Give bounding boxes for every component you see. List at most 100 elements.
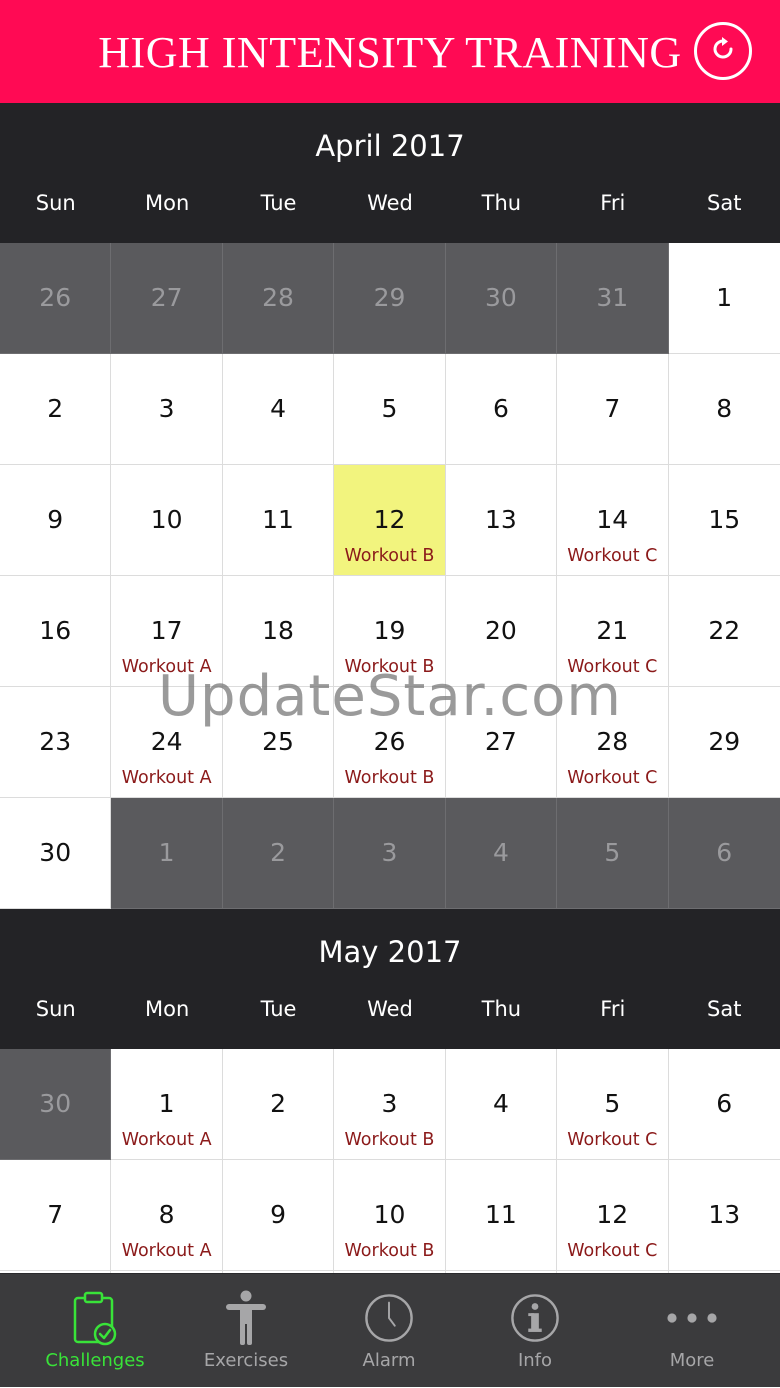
day-cell-other-month[interactable]: 6 — [668, 798, 780, 909]
day-cell[interactable]: 1 — [668, 243, 780, 354]
tab-label: More — [669, 1350, 715, 1371]
day-cell[interactable]: 12 Workout C — [557, 1160, 669, 1271]
day-cell[interactable]: 2 — [222, 1049, 335, 1160]
weekday-label: Thu — [481, 191, 522, 215]
day-number: 19 — [373, 616, 406, 645]
refresh-button[interactable] — [694, 22, 752, 80]
weekday-label: Wed — [367, 997, 413, 1021]
tab-alarm[interactable]: Alarm — [319, 1274, 459, 1388]
day-cell[interactable]: 8 Workout A — [111, 1160, 223, 1271]
day-cell[interactable]: 13 — [445, 465, 558, 576]
day-cell[interactable]: 4 — [445, 1049, 558, 1160]
day-cell-other-month[interactable]: 29 — [334, 243, 446, 354]
day-cell[interactable]: 1 Workout A — [111, 1049, 223, 1160]
day-cell[interactable]: 10 — [111, 465, 223, 576]
day-cell[interactable]: 7 — [557, 354, 669, 465]
day-cell[interactable]: 14 Workout C — [557, 465, 669, 576]
day-cell[interactable]: 24 Workout A — [111, 687, 223, 798]
day-cell[interactable]: 30 — [0, 798, 112, 909]
day-number: 2 — [270, 1089, 286, 1118]
day-cell[interactable]: 5 — [334, 354, 446, 465]
tab-label: Alarm — [362, 1350, 416, 1371]
weekday-label: Tue — [260, 997, 297, 1021]
day-cell[interactable]: 9 — [222, 1160, 335, 1271]
day-cell-other-month[interactable]: 4 — [445, 798, 558, 909]
tab-label: Info — [517, 1350, 553, 1371]
day-number: 20 — [484, 616, 517, 645]
day-cell[interactable]: 29 — [668, 687, 780, 798]
day-cell[interactable]: 13 — [668, 1160, 780, 1271]
weekday-label: Sat — [707, 191, 742, 215]
day-cell[interactable]: 27 — [445, 687, 558, 798]
day-cell[interactable]: 6 — [668, 1049, 780, 1160]
day-cell[interactable]: 4 — [222, 354, 335, 465]
day-cell-other-month[interactable]: 27 — [111, 243, 223, 354]
day-number: 9 — [270, 1200, 286, 1229]
day-cell[interactable]: 7 — [0, 1160, 112, 1271]
day-number: 5 — [604, 1089, 621, 1118]
day-cell[interactable]: 21 Workout C — [557, 576, 669, 687]
workout-label: Workout C — [567, 546, 658, 566]
day-number: 11 — [484, 1200, 517, 1229]
day-cell-other-month[interactable]: 2 — [222, 798, 335, 909]
week-row: 30 1 Workout A 2 3 Workout B 4 5 Workout C 6 — [0, 1049, 780, 1160]
week-row: 2 3 4 5 6 7 8 — [0, 354, 780, 465]
day-cell[interactable]: 25 — [222, 687, 335, 798]
tab-bar: Challenges Exercises Alarm Info More — [0, 1273, 780, 1387]
day-cell[interactable]: 26 Workout B — [334, 687, 446, 798]
person-icon — [221, 1290, 271, 1346]
day-cell[interactable]: 6 — [445, 354, 558, 465]
calendar-scroll[interactable]: April 2017 Sun Mon Tue Wed Thu Fri Sat 26 27 28 29 3… — [0, 103, 780, 1273]
day-cell[interactable]: 10 Workout B — [334, 1160, 446, 1271]
refresh-icon — [708, 34, 738, 68]
day-cell[interactable]: 22 — [668, 576, 780, 687]
day-number: 9 — [47, 505, 64, 534]
day-cell[interactable]: 28 Workout C — [557, 687, 669, 798]
day-cell[interactable]: 11 — [222, 465, 335, 576]
tab-exercises[interactable]: Exercises — [176, 1274, 316, 1388]
day-cell-other-month[interactable]: 31 — [557, 243, 669, 354]
day-cell-other-month[interactable]: 30 — [445, 243, 558, 354]
day-cell[interactable]: 8 — [668, 354, 780, 465]
day-cell[interactable]: 18 — [222, 576, 335, 687]
day-number: 22 — [708, 616, 741, 645]
day-number: 16 — [39, 616, 72, 645]
day-number: 7 — [604, 394, 621, 423]
day-number: 13 — [484, 505, 517, 534]
week-row: 16 17 Workout A 18 19 Workout B 20 21 Workout C 2… — [0, 576, 780, 687]
workout-label: Workout B — [344, 1130, 435, 1150]
day-cell[interactable]: 15 — [668, 465, 780, 576]
workout-label: Workout B — [344, 768, 435, 788]
day-number: 23 — [39, 727, 72, 756]
day-number: 3 — [158, 394, 175, 423]
day-cell[interactable]: 19 Workout B — [334, 576, 446, 687]
day-cell[interactable]: 9 — [0, 465, 112, 576]
day-number: 24 — [150, 727, 183, 756]
day-cell-other-month[interactable]: 1 — [111, 798, 223, 909]
workout-label: Workout B — [344, 657, 435, 677]
day-cell-other-month[interactable]: 30 — [0, 1049, 112, 1160]
day-cell-other-month[interactable]: 28 — [222, 243, 335, 354]
workout-label: Workout B — [344, 546, 435, 566]
day-cell-today[interactable]: 12 Workout B — [334, 465, 446, 576]
weekday-label: Mon — [144, 997, 190, 1021]
day-cell[interactable]: 5 Workout C — [557, 1049, 669, 1160]
day-cell[interactable]: 17 Workout A — [111, 576, 223, 687]
day-cell[interactable]: 23 — [0, 687, 112, 798]
day-cell[interactable]: 16 — [0, 576, 112, 687]
day-number: 28 — [596, 727, 629, 756]
day-number: 5 — [604, 838, 621, 867]
tab-info[interactable]: Info — [465, 1274, 605, 1388]
day-number: 27 — [484, 727, 517, 756]
day-cell-other-month[interactable]: 3 — [334, 798, 446, 909]
week-row: 30 1 2 3 4 5 6 — [0, 798, 780, 909]
day-cell[interactable]: 3 Workout B — [334, 1049, 446, 1160]
day-cell[interactable]: 11 — [445, 1160, 558, 1271]
day-cell[interactable]: 3 — [111, 354, 223, 465]
day-cell-other-month[interactable]: 26 — [0, 243, 112, 354]
tab-more[interactable]: More — [622, 1274, 762, 1388]
day-cell-other-month[interactable]: 5 — [557, 798, 669, 909]
day-cell[interactable]: 2 — [0, 354, 112, 465]
tab-challenges[interactable]: Challenges — [25, 1274, 165, 1388]
day-cell[interactable]: 20 — [445, 576, 558, 687]
